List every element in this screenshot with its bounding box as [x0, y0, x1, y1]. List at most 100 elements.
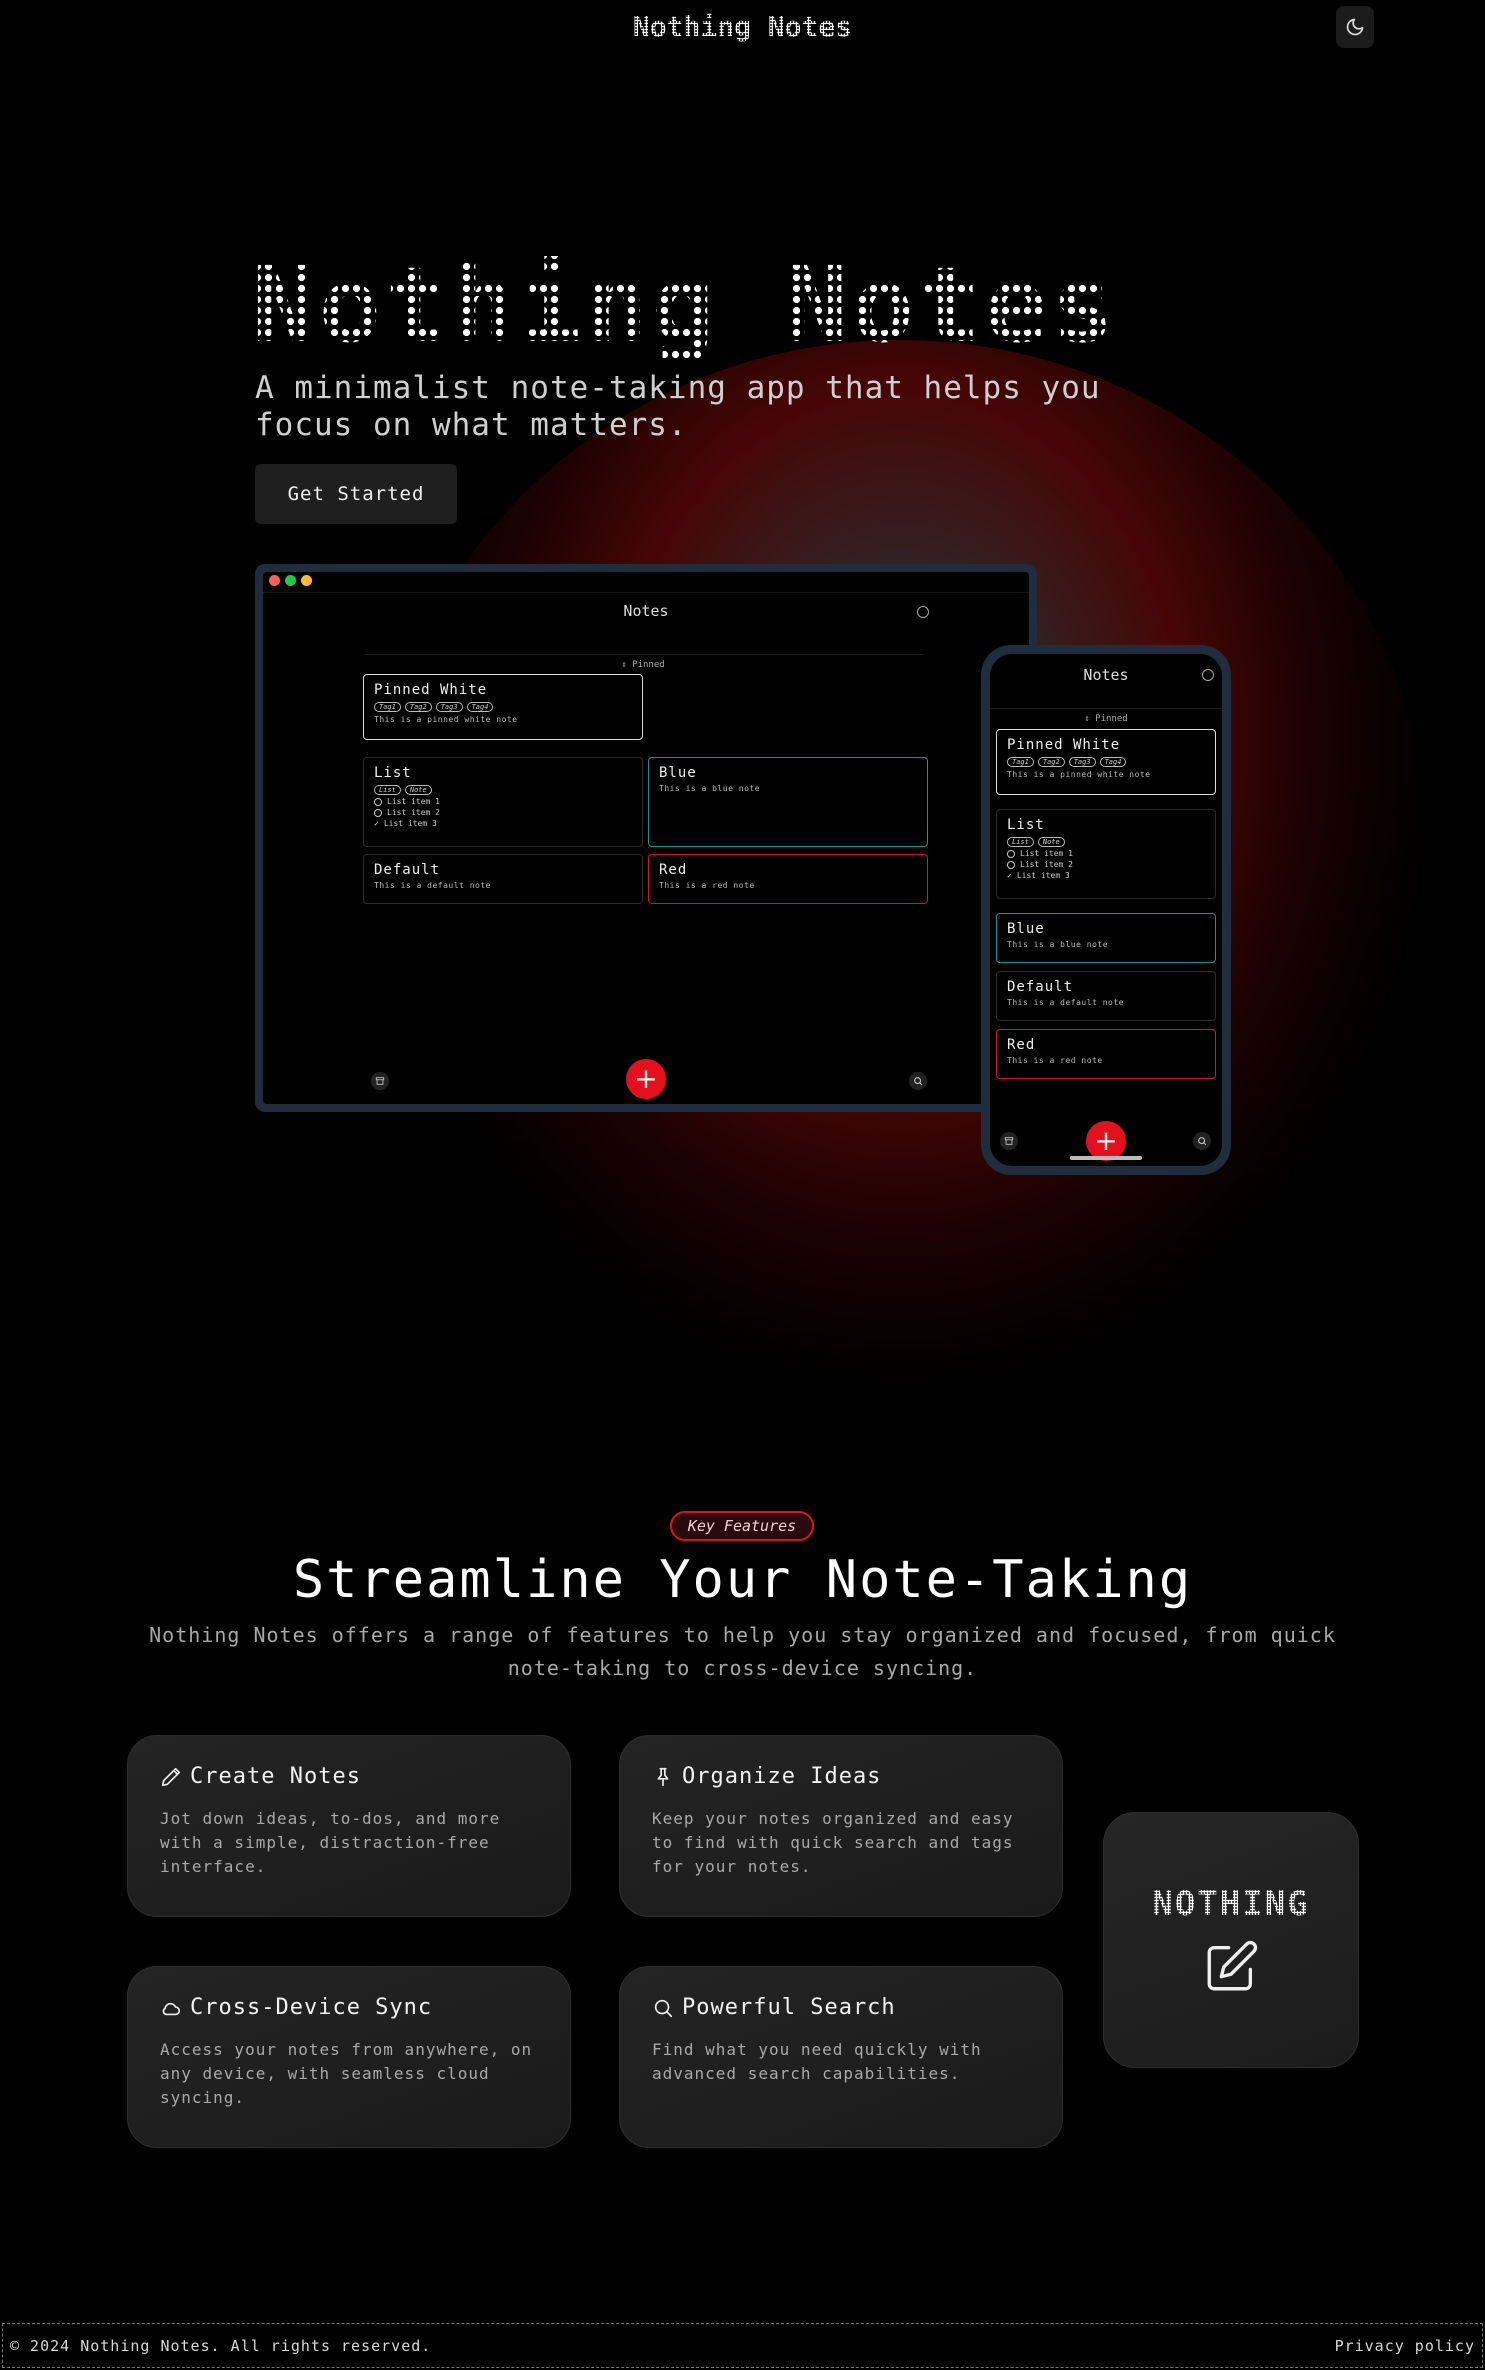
note-title: Blue	[659, 765, 697, 781]
archive-icon	[1000, 1132, 1018, 1150]
copyright-text: © 2024 Nothing Notes. All rights reserve…	[10, 2336, 432, 2355]
tag: Tag2	[1037, 757, 1065, 767]
note-tags: Tag1 Tag2 Tag3 Tag4	[374, 702, 632, 712]
note-body: This is a pinned white note	[1007, 770, 1151, 779]
list-item: ✓ List item 3	[374, 819, 437, 828]
privacy-policy-link[interactable]: Privacy policy	[1335, 2337, 1475, 2355]
feature-title: Powerful Search	[682, 1995, 896, 2020]
get-started-button[interactable]: Get Started	[255, 464, 457, 524]
tag: Tag4	[1099, 757, 1127, 767]
brand-logo[interactable]: Nothing Notes	[0, 10, 1485, 43]
note-tags: List Note	[374, 785, 632, 795]
tag: Tag1	[1007, 757, 1034, 767]
cloud-icon	[162, 2002, 181, 2015]
note-body: This is a red note	[659, 881, 755, 890]
checkbox-icon	[1007, 849, 1015, 858]
hero-title: Nothing Notes	[252, 244, 1118, 366]
note-pinned-white: Pinned White Tag1 Tag2 Tag3 Tag4 This is…	[996, 729, 1216, 795]
feature-desc: Find what you need quickly with advanced…	[652, 2040, 982, 2083]
check-icon: ✓	[1007, 871, 1012, 880]
moon-icon	[1346, 18, 1364, 36]
feature-desc: Keep your notes organized and easy to fi…	[652, 1809, 1014, 1876]
user-icon	[917, 606, 929, 618]
add-note-button: +	[1086, 1121, 1126, 1161]
note-title: Red	[1007, 1037, 1036, 1053]
note-title: Default	[1007, 979, 1074, 995]
user-icon	[1202, 669, 1214, 681]
pencil-icon	[161, 1767, 181, 1786]
app-title: Notes	[623, 602, 669, 620]
note-list: List List Note List item 1 List item 2 ✓…	[996, 809, 1216, 899]
features-subtitle: Nothing Notes offers a range of features…	[149, 1623, 1336, 1680]
tag: List	[1007, 837, 1034, 847]
note-blue: Blue This is a blue note	[996, 913, 1216, 963]
nothing-logo-card: NOTHING	[1103, 1812, 1359, 2068]
pinned-label: ⇕ Pinned	[990, 708, 1222, 724]
tag: Note	[1037, 837, 1065, 847]
pinned-label: ⇕ Pinned	[363, 654, 923, 670]
list-item: ✓ List item 3	[1007, 871, 1070, 880]
hero-subtitle: A minimalist note-taking app that helps …	[255, 370, 1101, 443]
note-body: This is a default note	[374, 881, 491, 890]
note-title: Blue	[1007, 921, 1045, 937]
check-icon: ✓	[374, 819, 379, 828]
note-body: This is a red note	[1007, 1056, 1103, 1065]
feature-card-powerful-search: Powerful Search Find what you need quick…	[619, 1966, 1063, 2148]
tag: List	[374, 785, 401, 795]
feature-title: Create Notes	[190, 1764, 361, 1789]
note-title: Red	[659, 862, 688, 878]
checkbox-icon	[374, 808, 382, 817]
tag: Tag1	[374, 702, 401, 712]
feature-card-cross-device-sync: Cross-Device Sync Access your notes from…	[127, 1966, 571, 2148]
archive-icon	[371, 1072, 389, 1090]
note-title: Pinned White	[374, 682, 488, 698]
feature-card-create-notes: Create Notes Jot down ideas, to-dos, and…	[127, 1735, 571, 1917]
note-body: This is a pinned white note	[374, 715, 518, 724]
note-default: Default This is a default note	[996, 971, 1216, 1021]
minimize-dot	[301, 575, 312, 586]
home-indicator	[1070, 1156, 1142, 1160]
checkbox-icon	[1007, 860, 1015, 869]
tag: Tag2	[404, 702, 432, 712]
edit-note-icon	[1207, 1940, 1258, 1991]
nothing-wordmark: NOTHING	[1152, 1884, 1310, 1924]
note-tags: Tag1 Tag2 Tag3 Tag4	[1007, 757, 1205, 767]
note-body: This is a blue note	[1007, 940, 1109, 949]
note-tags: List Note	[1007, 837, 1205, 847]
add-note-button: +	[626, 1059, 666, 1099]
theme-toggle-button[interactable]	[1336, 6, 1374, 48]
feature-title: Cross-Device Sync	[190, 1995, 433, 2020]
note-red: Red This is a red note	[648, 854, 928, 904]
window-controls	[269, 575, 312, 586]
note-title: Default	[374, 862, 441, 878]
note-blue: Blue This is a blue note	[648, 757, 928, 847]
list-item: List item 1	[374, 797, 632, 806]
tag: Tag4	[466, 702, 494, 712]
note-red: Red This is a red note	[996, 1029, 1216, 1079]
desktop-screen: Notes ⇕ Pinned Pinned White Tag1 Tag2 Ta…	[263, 572, 1029, 1104]
search-icon	[909, 1072, 927, 1090]
feature-card-organize-ideas: Organize Ideas Keep your notes organized…	[619, 1735, 1063, 1917]
feature-desc: Access your notes from anywhere, on any …	[160, 2040, 533, 2107]
list-item: List item 1	[1007, 849, 1205, 858]
note-title: List	[374, 765, 412, 781]
features-title: Streamline Your Note-Taking	[292, 1550, 1193, 1610]
phone-mockup: Notes ⇕ Pinned Pinned White Tag1 Tag2 Ta…	[981, 645, 1231, 1175]
tag: Tag3	[1068, 757, 1096, 767]
list-item: List item 2	[374, 808, 632, 817]
key-features-badge: Key Features	[670, 1511, 814, 1541]
note-pinned-white: Pinned White Tag1 Tag2 Tag3 Tag4 This is…	[363, 674, 643, 740]
tag: Note	[404, 785, 432, 795]
list-item: List item 2	[1007, 860, 1205, 869]
note-title: Pinned White	[1007, 737, 1121, 753]
feature-title: Organize Ideas	[682, 1764, 882, 1789]
phone-screen: Notes ⇕ Pinned Pinned White Tag1 Tag2 Ta…	[990, 654, 1222, 1166]
maximize-dot	[285, 575, 296, 586]
app-title: Notes	[1083, 666, 1129, 684]
title-divider	[263, 592, 1029, 593]
note-list: List List Note List item 1 List item 2 ✓…	[363, 757, 643, 847]
feature-desc: Jot down ideas, to-dos, and more with a …	[160, 1809, 501, 1876]
checkbox-icon	[374, 797, 382, 806]
note-default: Default This is a default note	[363, 854, 643, 904]
footer: © 2024 Nothing Notes. All rights reserve…	[2, 2323, 1483, 2368]
